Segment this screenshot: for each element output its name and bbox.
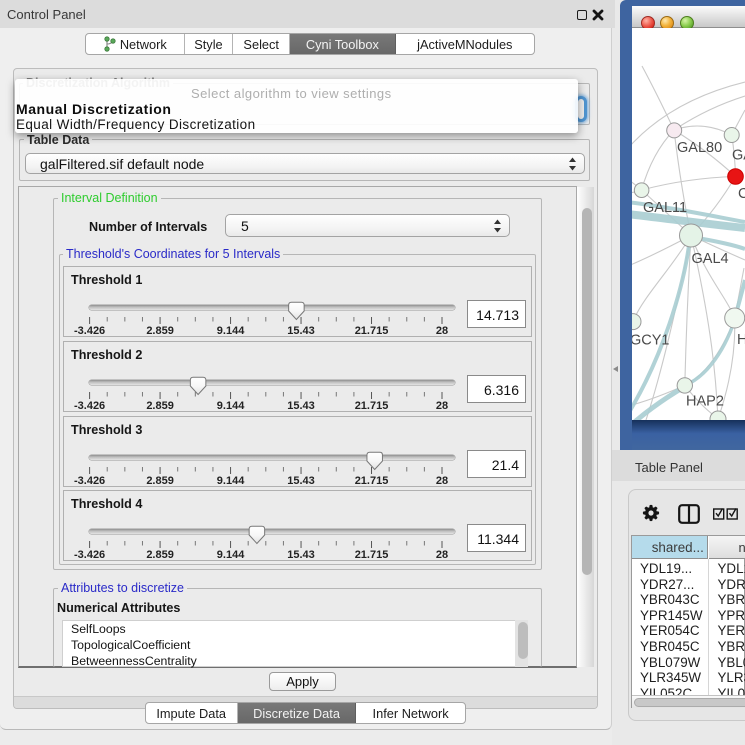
svg-text:2.859: 2.859 (146, 475, 174, 487)
svg-text:15.43: 15.43 (287, 549, 315, 561)
svg-text:15.43: 15.43 (287, 400, 315, 412)
svg-text:9.144: 9.144 (217, 325, 245, 337)
svg-text:21.715: 21.715 (355, 325, 389, 337)
svg-text:-3.426: -3.426 (74, 325, 105, 337)
svg-text:-3.426: -3.426 (74, 475, 105, 487)
svg-text:GAL80: GAL80 (677, 140, 722, 156)
svg-text:28: 28 (436, 475, 448, 487)
svg-text:9.144: 9.144 (217, 400, 245, 412)
svg-text:21.715: 21.715 (355, 475, 389, 487)
svg-text:C: C (738, 186, 745, 202)
svg-text:GAL11: GAL11 (643, 200, 687, 216)
svg-text:HAP2: HAP2 (686, 394, 724, 410)
svg-text:9.144: 9.144 (217, 549, 245, 561)
svg-text:2.859: 2.859 (146, 325, 174, 337)
svg-text:15.43: 15.43 (287, 325, 315, 337)
svg-text:28: 28 (436, 325, 448, 337)
svg-text:GA: GA (732, 148, 745, 164)
svg-text:28: 28 (436, 549, 448, 561)
svg-text:15.43: 15.43 (287, 475, 315, 487)
svg-text:H: H (737, 332, 745, 348)
svg-text:-3.426: -3.426 (74, 400, 105, 412)
svg-text:2.859: 2.859 (146, 400, 174, 412)
svg-text:28: 28 (436, 400, 448, 412)
svg-text:GCY1: GCY1 (632, 333, 670, 349)
svg-text:-3.426: -3.426 (74, 549, 105, 561)
svg-text:2.859: 2.859 (146, 549, 174, 561)
svg-text:21.715: 21.715 (355, 549, 389, 561)
svg-text:9.144: 9.144 (217, 475, 245, 487)
svg-text:GAL4: GAL4 (692, 251, 729, 267)
svg-text:21.715: 21.715 (355, 400, 389, 412)
